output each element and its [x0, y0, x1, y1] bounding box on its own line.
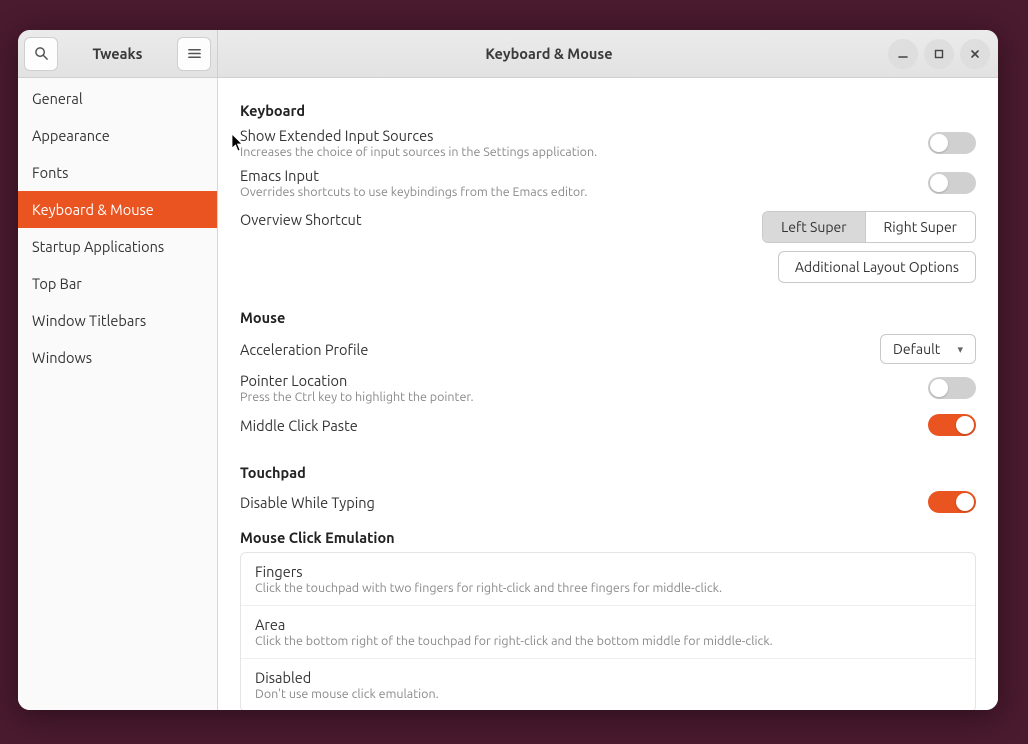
- emacs-input-toggle[interactable]: [928, 172, 976, 194]
- maximize-button[interactable]: [924, 39, 954, 69]
- app-title: Tweaks: [58, 45, 177, 62]
- section-mouse-title: Mouse: [240, 309, 976, 326]
- overview-shortcut-group: Left Super Right Super: [762, 211, 976, 243]
- sidebar: General Appearance Fonts Keyboard & Mous…: [18, 78, 218, 710]
- emulation-option-title: Area: [255, 616, 961, 633]
- sidebar-item-top-bar[interactable]: Top Bar: [18, 265, 217, 302]
- minimize-icon: [897, 48, 909, 60]
- row-emacs-input: Emacs Input Overrides shortcuts to use k…: [240, 163, 976, 203]
- content-panel: Keyboard Show Extended Input Sources Inc…: [218, 78, 998, 710]
- emacs-input-desc: Overrides shortcuts to use keybindings f…: [240, 185, 908, 199]
- row-pointer-location: Pointer Location Press the Ctrl key to h…: [240, 368, 976, 408]
- headerbar-left: Tweaks: [18, 30, 218, 77]
- pointer-location-desc: Press the Ctrl key to highlight the poin…: [240, 390, 908, 404]
- section-touchpad-title: Touchpad: [240, 464, 976, 481]
- section-mouse-click-emulation-title: Mouse Click Emulation: [240, 529, 976, 546]
- chevron-down-icon: ▾: [957, 343, 963, 356]
- disable-while-typing-label: Disable While Typing: [240, 494, 908, 511]
- emulation-option-desc: Don't use mouse click emulation.: [255, 687, 961, 701]
- menu-button[interactable]: [177, 37, 211, 71]
- middle-click-paste-toggle[interactable]: [928, 414, 976, 436]
- headerbar: Tweaks Keyboard & Mouse: [18, 30, 998, 78]
- mouse-click-emulation-list: Fingers Click the touchpad with two fing…: [240, 552, 976, 710]
- pointer-location-label: Pointer Location: [240, 372, 908, 389]
- row-extended-input-sources: Show Extended Input Sources Increases th…: [240, 123, 976, 163]
- emulation-option-title: Disabled: [255, 669, 961, 686]
- sidebar-item-keyboard-mouse[interactable]: Keyboard & Mouse: [18, 191, 217, 228]
- search-icon: [34, 46, 49, 61]
- overview-right-super-button[interactable]: Right Super: [865, 212, 975, 242]
- window-controls: [880, 30, 998, 77]
- search-button[interactable]: [24, 37, 58, 71]
- sidebar-item-windows[interactable]: Windows: [18, 339, 217, 376]
- emacs-input-label: Emacs Input: [240, 167, 908, 184]
- hamburger-icon: [187, 46, 202, 61]
- tweaks-window: Tweaks Keyboard & Mouse General Appearan…: [18, 30, 998, 710]
- sidebar-item-startup-applications[interactable]: Startup Applications: [18, 228, 217, 265]
- window-body: General Appearance Fonts Keyboard & Mous…: [18, 78, 998, 710]
- pointer-location-toggle[interactable]: [928, 377, 976, 399]
- row-middle-click-paste: Middle Click Paste: [240, 408, 976, 442]
- overview-left-super-button[interactable]: Left Super: [763, 212, 864, 242]
- emulation-option-title: Fingers: [255, 563, 961, 580]
- emulation-option-desc: Click the touchpad with two fingers for …: [255, 581, 961, 595]
- close-button[interactable]: [960, 39, 990, 69]
- sidebar-item-window-titlebars[interactable]: Window Titlebars: [18, 302, 217, 339]
- disable-while-typing-toggle[interactable]: [928, 491, 976, 513]
- row-disable-while-typing: Disable While Typing: [240, 485, 976, 519]
- extended-input-sources-label: Show Extended Input Sources: [240, 127, 908, 144]
- row-acceleration-profile: Acceleration Profile Default ▾: [240, 330, 976, 368]
- extended-input-sources-toggle[interactable]: [928, 132, 976, 154]
- close-icon: [969, 48, 981, 60]
- emulation-option-area[interactable]: Area Click the bottom right of the touch…: [241, 605, 975, 658]
- acceleration-profile-label: Acceleration Profile: [240, 341, 860, 358]
- extended-input-sources-desc: Increases the choice of input sources in…: [240, 145, 908, 159]
- emulation-option-disabled[interactable]: Disabled Don't use mouse click emulation…: [241, 658, 975, 710]
- sidebar-item-general[interactable]: General: [18, 80, 217, 117]
- emulation-option-desc: Click the bottom right of the touchpad f…: [255, 634, 961, 648]
- emulation-option-fingers[interactable]: Fingers Click the touchpad with two fing…: [241, 553, 975, 605]
- section-keyboard-title: Keyboard: [240, 102, 976, 119]
- minimize-button[interactable]: [888, 39, 918, 69]
- overview-shortcut-label: Overview Shortcut: [240, 211, 742, 228]
- page-title: Keyboard & Mouse: [218, 30, 880, 77]
- middle-click-paste-label: Middle Click Paste: [240, 417, 908, 434]
- sidebar-item-appearance[interactable]: Appearance: [18, 117, 217, 154]
- acceleration-profile-value: Default: [893, 341, 940, 357]
- row-overview-shortcut: Overview Shortcut Left Super Right Super…: [240, 203, 976, 287]
- maximize-icon: [933, 48, 945, 60]
- additional-layout-options-button[interactable]: Additional Layout Options: [778, 251, 976, 283]
- acceleration-profile-combo[interactable]: Default ▾: [880, 334, 976, 364]
- sidebar-item-fonts[interactable]: Fonts: [18, 154, 217, 191]
